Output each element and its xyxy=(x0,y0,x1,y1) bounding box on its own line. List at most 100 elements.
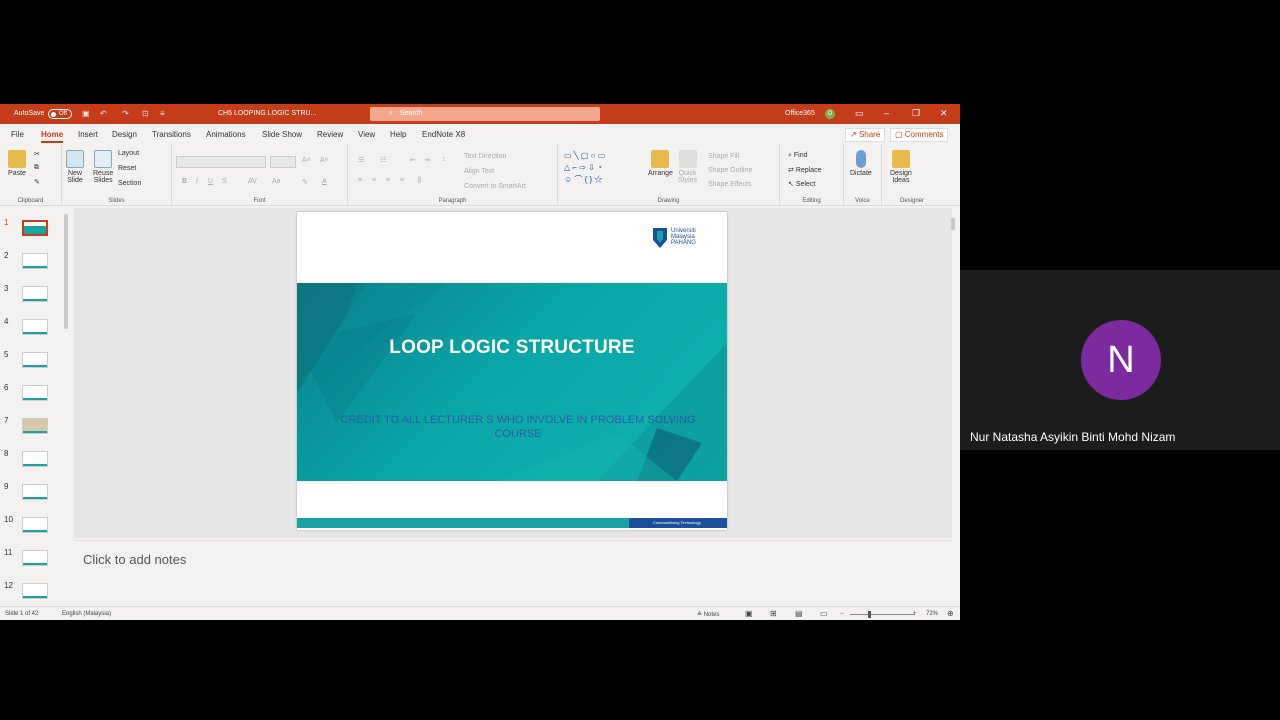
slideshow-view-icon[interactable]: ▭ xyxy=(820,609,828,618)
align-text-button[interactable]: Align Text xyxy=(464,168,494,175)
slide-sorter-icon[interactable]: ⊞ xyxy=(770,609,777,618)
normal-view-icon[interactable]: ▣ xyxy=(745,609,753,618)
canvas-scrollbar-thumb[interactable] xyxy=(951,218,955,230)
tab-home[interactable]: Home xyxy=(41,130,64,143)
tab-animations[interactable]: Animations xyxy=(206,130,246,139)
quick-styles-button[interactable]: Quick Styles xyxy=(678,150,697,184)
layout-button[interactable]: Layout xyxy=(118,150,139,157)
close-icon[interactable]: ✕ xyxy=(940,108,948,119)
design-ideas-button[interactable]: Design Ideas xyxy=(890,150,912,184)
find-button[interactable]: ⌕ Find xyxy=(788,152,808,160)
slide-thumbnail-1[interactable] xyxy=(22,220,48,236)
section-button[interactable]: Section xyxy=(118,180,141,187)
font-color-icon[interactable]: A xyxy=(322,178,327,185)
slide-thumbnail-5[interactable] xyxy=(22,352,48,368)
redo-icon[interactable]: ↷ xyxy=(122,109,129,118)
font-family-select[interactable] xyxy=(176,156,266,168)
shape-outline-button[interactable]: Shape Outline xyxy=(708,167,752,174)
slide-thumbnail-9[interactable] xyxy=(22,484,48,500)
align-center-icon[interactable]: ≡ xyxy=(372,177,376,184)
line-spacing-icon[interactable]: ↕ xyxy=(442,156,446,163)
zoom-slider-handle[interactable] xyxy=(868,611,871,618)
save-icon[interactable]: ▣ xyxy=(82,109,90,118)
slide-thumbnail-12[interactable] xyxy=(22,583,48,599)
zoom-level[interactable]: 72% xyxy=(926,611,938,617)
slide-title[interactable]: LOOP LOGIC STRUCTURE xyxy=(297,337,727,359)
shape-effects-button[interactable]: Shape Effects xyxy=(708,181,751,188)
font-size-select[interactable] xyxy=(270,156,296,168)
bullets-icon[interactable]: ☰ xyxy=(358,156,364,164)
tab-design[interactable]: Design xyxy=(112,130,137,139)
notes-toggle[interactable]: ≙ Notes xyxy=(697,611,719,618)
tab-help[interactable]: Help xyxy=(390,130,406,139)
change-case-icon[interactable]: Aa xyxy=(272,178,281,185)
slide-thumbnail-10[interactable] xyxy=(22,517,48,533)
fit-to-window-icon[interactable]: ⊕ xyxy=(947,609,954,618)
new-slide-button[interactable]: New Slide xyxy=(66,150,84,184)
start-from-beginning-icon[interactable]: ⊡ xyxy=(142,109,149,118)
tab-insert[interactable]: Insert xyxy=(78,130,98,139)
notes-pane[interactable]: Click to add notes xyxy=(74,540,952,600)
paste-button[interactable]: Paste xyxy=(8,150,26,177)
ribbon-display-icon[interactable]: ▭ xyxy=(855,108,864,119)
autosave-toggle[interactable]: Off xyxy=(48,109,72,119)
shrink-font-icon[interactable]: A˅ xyxy=(320,157,329,164)
tab-endnote[interactable]: EndNote X8 xyxy=(422,130,465,139)
slide-thumbnail-2[interactable] xyxy=(22,253,48,269)
tab-slide-show[interactable]: Slide Show xyxy=(262,130,302,139)
zoom-slider[interactable] xyxy=(850,614,915,615)
restore-icon[interactable]: ❐ xyxy=(912,108,920,119)
decrease-indent-icon[interactable]: ⇤ xyxy=(410,156,416,164)
slide-1[interactable]: Universiti Malaysia PAHANG LOOP LOGIC ST… xyxy=(297,212,727,530)
align-left-icon[interactable]: ≡ xyxy=(358,177,362,184)
canvas-scrollbar[interactable] xyxy=(948,208,958,538)
justify-icon[interactable]: ≡ xyxy=(400,177,404,184)
copy-icon[interactable]: ⧉ xyxy=(34,164,39,172)
grow-font-icon[interactable]: A˄ xyxy=(302,157,311,164)
replace-button[interactable]: ⇄ Replace xyxy=(788,166,822,174)
align-right-icon[interactable]: ≡ xyxy=(386,177,390,184)
slide-thumbnail-6[interactable] xyxy=(22,385,48,401)
dictate-button[interactable]: Dictate xyxy=(850,150,872,177)
undo-icon[interactable]: ↶ xyxy=(100,109,107,118)
account-name[interactable]: Office365 xyxy=(785,110,815,117)
zoom-out-icon[interactable]: − xyxy=(840,611,844,617)
slide-thumbnail-3[interactable] xyxy=(22,286,48,302)
comments-button[interactable]: ▢ Comments xyxy=(890,128,949,142)
search-box[interactable]: ⌕ Search xyxy=(370,107,600,121)
language-indicator[interactable]: English (Malaysia) xyxy=(62,611,111,617)
italic-icon[interactable]: I xyxy=(196,178,198,185)
scrollbar-thumb[interactable] xyxy=(64,214,68,329)
slide-subtitle[interactable]: CREDIT TO ALL LECTURER S WHO INVOLVE IN … xyxy=(317,413,719,441)
char-spacing-icon[interactable]: AV xyxy=(248,178,257,185)
tab-view[interactable]: View xyxy=(358,130,375,139)
shapes-gallery[interactable]: ▭ ╲ ▢ ○ ▭ △ ⌐ ⇨ ⇩ ◔ ☺ ⌒ { } ☆ xyxy=(564,150,640,188)
shape-fill-button[interactable]: Shape Fill xyxy=(708,153,739,160)
tab-review[interactable]: Review xyxy=(317,130,343,139)
bold-icon[interactable]: B xyxy=(182,178,187,185)
minimize-icon[interactable]: – xyxy=(884,108,889,118)
text-direction-button[interactable]: Text Direction xyxy=(464,153,506,160)
tab-file[interactable]: File xyxy=(11,130,24,139)
strikethrough-icon[interactable]: S xyxy=(222,178,227,185)
arrange-button[interactable]: Arrange xyxy=(648,150,673,177)
share-button[interactable]: ↗ Share xyxy=(845,128,886,142)
reset-button[interactable]: Reset xyxy=(118,165,136,172)
thumbnail-scrollbar[interactable] xyxy=(62,210,70,600)
cut-icon[interactable]: ✂ xyxy=(34,150,40,158)
reading-view-icon[interactable]: ▤ xyxy=(795,609,803,618)
columns-icon[interactable]: ⫼ xyxy=(418,177,421,185)
numbering-icon[interactable]: ☷ xyxy=(380,156,386,164)
tab-transitions[interactable]: Transitions xyxy=(152,130,191,139)
highlight-icon[interactable]: ✎ xyxy=(302,178,308,186)
convert-smartart-button[interactable]: Convert to SmartArt xyxy=(464,183,526,190)
select-button[interactable]: ↖ Select xyxy=(788,180,815,188)
format-painter-icon[interactable]: ✎ xyxy=(34,178,40,186)
zoom-in-icon[interactable]: + xyxy=(913,611,917,617)
reuse-slides-button[interactable]: Reuse Slides xyxy=(93,150,113,184)
account-avatar[interactable]: O xyxy=(825,109,835,119)
increase-indent-icon[interactable]: ⇥ xyxy=(424,156,430,164)
customize-toolbar-icon[interactable]: ≡ xyxy=(160,109,165,118)
slide-thumbnail-8[interactable] xyxy=(22,451,48,467)
underline-icon[interactable]: U xyxy=(208,178,213,185)
